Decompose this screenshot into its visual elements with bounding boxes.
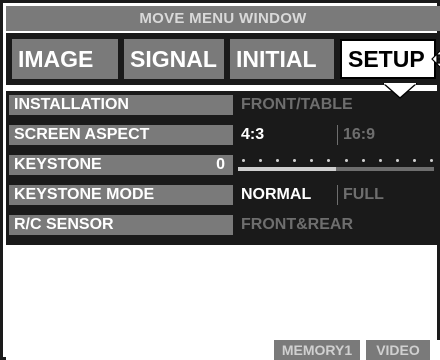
keystone-label-text: KEYSTONE [14, 156, 102, 173]
setting-row-screen-aspect: SCREEN ASPECT 4:3 16:9 [6, 124, 440, 146]
tab-setup-label: SETUP [348, 45, 425, 72]
keystone-slider-ticks [238, 159, 434, 162]
screen-aspect-label[interactable]: SCREEN ASPECT [9, 125, 233, 145]
setting-row-keystone-mode: KEYSTONE MODE NORMAL FULL [6, 184, 440, 206]
keystone-tick [293, 159, 296, 162]
keystone-tick [396, 159, 399, 162]
keystone-mode-option-normal[interactable]: NORMAL [236, 185, 336, 205]
tab-initial[interactable]: INITIAL [230, 39, 334, 79]
rc-sensor-value[interactable]: FRONT&REAR [236, 215, 436, 235]
keystone-tick [362, 159, 365, 162]
tab-signal-label: SIGNAL [130, 45, 217, 72]
keystone-tick [259, 159, 262, 162]
keystone-tick [430, 159, 433, 162]
menu-tabs: IMAGE SIGNAL INITIAL SETUP [6, 33, 440, 85]
keystone-tick [413, 159, 416, 162]
keystone-slider[interactable] [238, 157, 434, 173]
tab-setup[interactable]: SETUP [340, 39, 440, 79]
setting-row-installation: INSTALLATION FRONT/TABLE [6, 94, 440, 116]
keystone-label[interactable]: KEYSTONE 0 [9, 155, 233, 175]
keystone-mode-label-text: KEYSTONE MODE [14, 186, 155, 203]
keystone-tick [327, 159, 330, 162]
rc-sensor-label[interactable]: R/C SENSOR [9, 215, 233, 235]
tab-image[interactable]: IMAGE [12, 39, 118, 79]
source-status-badge: VIDEO [366, 340, 430, 360]
keystone-tick [379, 159, 382, 162]
keystone-mode-label[interactable]: KEYSTONE MODE [9, 185, 233, 205]
keystone-slider-fill [238, 167, 336, 171]
keystone-slider-track [238, 167, 434, 171]
keystone-tick [345, 159, 348, 162]
keystone-tick [242, 159, 245, 162]
memory-status-badge: MEMORY1 [274, 340, 360, 360]
keystone-mode-option-full[interactable]: FULL [337, 185, 436, 205]
tab-signal[interactable]: SIGNAL [124, 39, 224, 79]
installation-label[interactable]: INSTALLATION [9, 95, 233, 115]
setting-row-rc-sensor: R/C SENSOR FRONT&REAR [6, 214, 440, 236]
tab-initial-label: INITIAL [236, 45, 317, 72]
screen-aspect-option-16-9[interactable]: 16:9 [337, 125, 436, 145]
setting-row-keystone: KEYSTONE 0 [6, 154, 440, 176]
move-arrows-icon [430, 49, 440, 69]
rc-sensor-label-text: R/C SENSOR [14, 216, 114, 233]
tab-image-label: IMAGE [18, 45, 94, 72]
setup-settings-panel: INSTALLATION FRONT/TABLE SCREEN ASPECT 4… [6, 91, 440, 245]
keystone-value: 0 [216, 156, 225, 173]
installation-label-text: INSTALLATION [14, 96, 129, 113]
screen-aspect-label-text: SCREEN ASPECT [14, 126, 150, 143]
osd-menu-window: MOVE MENU WINDOW IMAGE SIGNAL INITIAL SE… [0, 0, 440, 360]
window-title: MOVE MENU WINDOW [6, 6, 440, 31]
screen-aspect-option-4-3[interactable]: 4:3 [236, 125, 336, 145]
keystone-tick [276, 159, 279, 162]
keystone-tick [310, 159, 313, 162]
status-bar: MEMORY1 VIDEO [6, 340, 440, 360]
